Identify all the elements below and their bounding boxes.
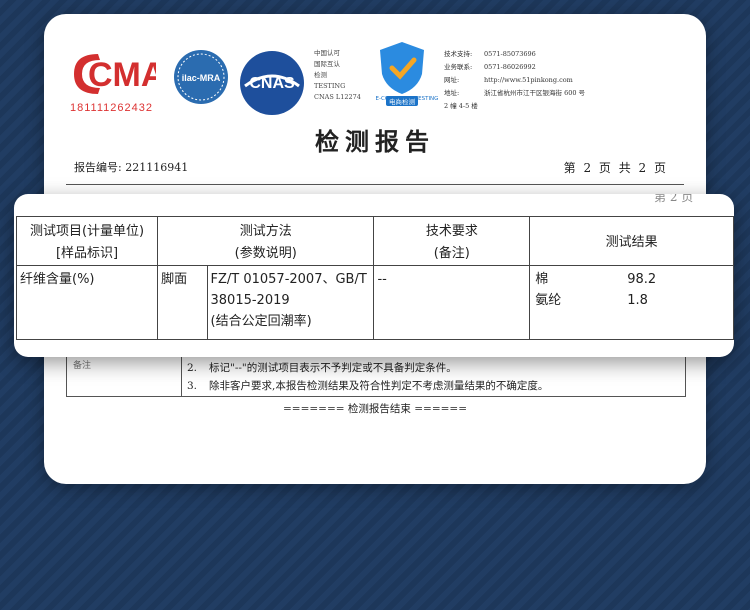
results-table: 测试项目(计量单位) [样品标识] 测试方法 (参数说明) 技术要求 (备注) 测试结… bbox=[15, 216, 734, 340]
lab-contact-info: 技术支持: 0571-85073696 业务联系: 0571-86026992 网址… bbox=[444, 50, 586, 110]
note-item: 2. 标记"--"的测试项目表示不予判定或不具备判定条件。 bbox=[187, 362, 457, 374]
notes-label: 备注 bbox=[73, 361, 92, 371]
certification-logos: CMA 181111262432 ilac-MRA CNAS 中国认可 国际互认… bbox=[44, 14, 706, 124]
notes-section: 备注 2. 标记"--"的测试项目表示不予判定或不具备判定条件。 3. 除非客户要求… bbox=[66, 350, 686, 397]
cnas-logo: CNAS bbox=[240, 51, 304, 115]
fiber-result: 棉 98.2 bbox=[535, 272, 657, 287]
page-indicator-partial: 第 2 页 bbox=[654, 194, 694, 204]
cma-number: 181111262432 bbox=[70, 102, 153, 114]
header-test-item: 测试项目(计量单位) [样品标识] bbox=[15, 216, 159, 266]
ilac-text: ilac-MRA bbox=[182, 73, 221, 83]
cnas-accreditation-text: 中国认可 国际互认 检测 TESTING CNAS L12274 bbox=[314, 49, 361, 101]
cell-sample-label: 脚面 bbox=[157, 265, 208, 340]
table-header-row: 测试项目(计量单位) [样品标识] 测试方法 (参数说明) 技术要求 (备注) 测试结… bbox=[15, 216, 734, 266]
report-title: 检测报告 bbox=[315, 127, 435, 156]
header-test-result: 测试结果 bbox=[529, 216, 734, 266]
cnas-text: CNAS bbox=[249, 75, 295, 92]
cell-requirement: -- bbox=[373, 265, 531, 340]
header-requirement: 技术要求 (备注) bbox=[373, 216, 531, 266]
report-number: 报告编号: 221116941 bbox=[74, 161, 189, 174]
cma-mark-text: CMA bbox=[88, 56, 156, 94]
cell-test-result: 棉 98.2 氨纶 1.8 bbox=[529, 265, 734, 340]
table-row: 纤维含量(%) 脚面 FZ/T 01057-2007、GB/T 38015-20… bbox=[15, 265, 734, 340]
header-test-method: 测试方法 (参数说明) bbox=[157, 216, 375, 266]
cma-logo: CMA 181111262432 bbox=[70, 50, 165, 114]
ec-label-en: E-COMMERCE TESTING bbox=[375, 96, 439, 102]
note-item: 3. 除非客户要求,本报告检测结果及符合性判定不考虑测量结果的不确定度。 bbox=[187, 380, 549, 392]
cell-test-item: 纤维含量(%) bbox=[15, 265, 159, 340]
fiber-result: 氨纶 1.8 bbox=[535, 293, 648, 308]
ilac-mra-logo: ilac-MRA bbox=[174, 50, 228, 104]
report-end-marker: ======= 检测报告结束 ====== bbox=[282, 403, 468, 415]
cell-test-method: FZ/T 01057-2007、GB/T 38015-2019 (结合公定回潮率… bbox=[206, 265, 375, 340]
zoomed-results-table: 第 2 页 测试项目(计量单位) [样品标识] 测试方法 (参数说明) 技术要求 (备… bbox=[14, 194, 734, 357]
page-indicator: 第 2 页 共 2 页 bbox=[563, 161, 668, 175]
